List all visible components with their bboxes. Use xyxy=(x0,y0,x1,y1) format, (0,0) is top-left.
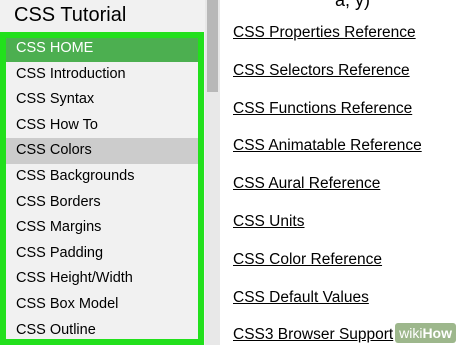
sidebar-item-css-height-width[interactable]: CSS Height/Width xyxy=(6,266,198,292)
sidebar-item-css-borders[interactable]: CSS Borders xyxy=(6,190,198,216)
sidebar-item-css-outline[interactable]: CSS Outline xyxy=(6,318,198,344)
link-css-animatable-reference[interactable]: CSS Animatable Reference xyxy=(233,133,422,171)
link-css-selectors-reference[interactable]: CSS Selectors Reference xyxy=(233,58,422,96)
watermark-prefix: wiki xyxy=(399,325,423,341)
link-css3-browser-support[interactable]: CSS3 Browser Support xyxy=(233,322,422,360)
sidebar-nav: CSS HOME CSS Introduction CSS Syntax CSS Ho… xyxy=(6,36,198,345)
link-css-functions-reference[interactable]: CSS Functions Reference xyxy=(233,96,422,134)
sidebar-item-css-colors[interactable]: CSS Colors xyxy=(6,138,198,164)
link-css-color-reference[interactable]: CSS Color Reference xyxy=(233,247,422,285)
page-heading-cut: a, y) xyxy=(335,0,371,10)
sidebar-item-css-box-model[interactable]: CSS Box Model xyxy=(6,292,198,318)
link-css-properties-reference[interactable]: CSS Properties Reference xyxy=(233,20,422,58)
sidebar-item-css-margins[interactable]: CSS Margins xyxy=(6,215,198,241)
sidebar-item-css-how-to[interactable]: CSS How To xyxy=(6,113,198,139)
wikihow-watermark: wikiHow xyxy=(395,323,456,343)
sidebar: CSS Tutorial CSS HOME CSS Introduction CSS… xyxy=(0,0,205,345)
sidebar-item-css-introduction[interactable]: CSS Introduction xyxy=(6,62,198,88)
link-css-aural-reference[interactable]: CSS Aural Reference xyxy=(233,171,422,209)
sidebar-item-css-padding[interactable]: CSS Padding xyxy=(6,241,198,267)
scrollbar-thumb[interactable] xyxy=(207,0,218,92)
sidebar-item-css-home[interactable]: CSS HOME xyxy=(6,36,198,62)
sidebar-item-css-syntax[interactable]: CSS Syntax xyxy=(6,87,198,113)
sidebar-item-css-backgrounds[interactable]: CSS Backgrounds xyxy=(6,164,198,190)
reference-link-list: CSS Properties Reference CSS Selectors Re… xyxy=(233,20,422,360)
watermark-suffix: How xyxy=(422,325,452,341)
link-css-units[interactable]: CSS Units xyxy=(233,209,422,247)
sidebar-title: CSS Tutorial xyxy=(14,4,127,26)
link-css-default-values[interactable]: CSS Default Values xyxy=(233,285,422,323)
